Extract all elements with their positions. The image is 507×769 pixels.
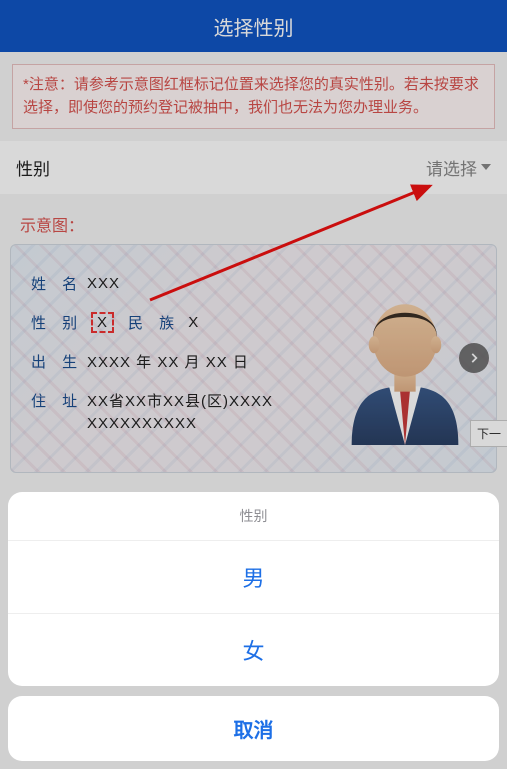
action-sheet: 性别 男 女 取消 bbox=[8, 492, 499, 761]
option-female[interactable]: 女 bbox=[8, 614, 499, 686]
action-sheet-title: 性别 bbox=[8, 492, 499, 541]
cancel-button[interactable]: 取消 bbox=[8, 696, 499, 761]
action-sheet-group: 性别 男 女 bbox=[8, 492, 499, 686]
option-male[interactable]: 男 bbox=[8, 541, 499, 614]
